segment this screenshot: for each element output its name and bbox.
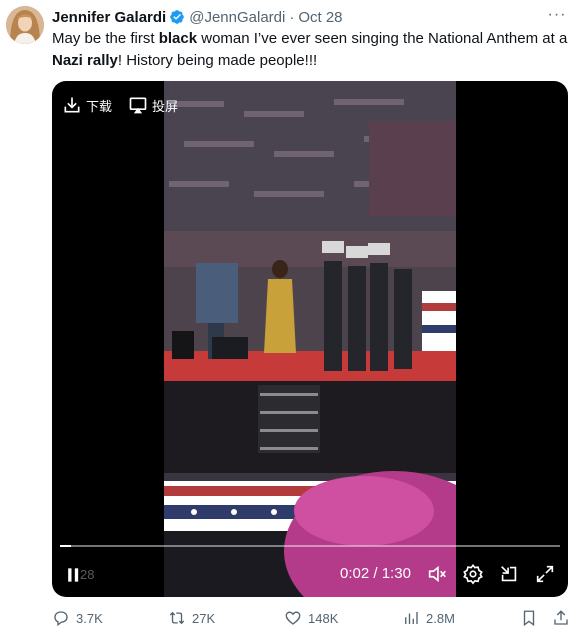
ghost-time-label: 28 xyxy=(80,567,95,582)
views-icon xyxy=(405,612,418,624)
tweet-header: Jennifer Galardi @JennGalardi · Oct 28 xyxy=(52,8,343,26)
video-time-display: 0:02 / 1:30 xyxy=(340,565,411,582)
cast-icon xyxy=(129,97,147,114)
tweet-text: May be the first black woman I’ve ever s… xyxy=(52,28,572,72)
tweet-actions: 3.7K 27K 148K 2.8M xyxy=(52,609,572,631)
fullscreen-icon xyxy=(536,565,554,583)
like-button[interactable]: 148K xyxy=(284,609,338,627)
repost-icon xyxy=(169,611,185,625)
volume-button[interactable] xyxy=(426,563,448,585)
total-duration: 1:30 xyxy=(381,565,411,582)
tweet-text-bold-2: Nazi rally xyxy=(52,52,118,69)
share-icon xyxy=(554,610,568,625)
minimize-player-button[interactable] xyxy=(498,563,520,585)
video-top-overlay: 下载 投屏 xyxy=(62,95,178,115)
video-player[interactable]: 下载 投屏 28 0:02 / 1:30 xyxy=(52,81,568,597)
video-controls: 28 0:02 / 1:30 xyxy=(52,559,568,589)
tweet-text-part-3: ! History being made people!!! xyxy=(117,52,318,69)
tweet-text-part-1: May be the first xyxy=(52,30,159,47)
view-count: 2.8M xyxy=(426,610,455,626)
video-progress-fill xyxy=(60,545,71,547)
more-options-icon[interactable]: ··· xyxy=(546,6,568,24)
volume-muted-icon xyxy=(428,565,446,583)
tweet-text-bold-1: black xyxy=(158,30,198,47)
settings-icon xyxy=(463,563,483,585)
heart-icon xyxy=(285,611,301,625)
download-button[interactable]: 下载 xyxy=(62,95,112,115)
share-button[interactable] xyxy=(552,609,570,627)
video-progress-bar[interactable] xyxy=(60,545,560,547)
author-name[interactable]: Jennifer Galardi xyxy=(52,9,166,26)
cast-label: 投屏 xyxy=(152,98,179,114)
author-avatar[interactable] xyxy=(6,6,44,44)
reply-icon xyxy=(54,611,68,627)
cast-button[interactable]: 投屏 xyxy=(128,95,178,115)
tweet-date[interactable]: Oct 28 xyxy=(298,9,342,26)
like-count: 148K xyxy=(308,610,339,626)
download-label: 下载 xyxy=(86,98,113,114)
reply-button[interactable]: 3.7K xyxy=(52,609,103,627)
download-icon xyxy=(64,97,80,113)
minimize-icon xyxy=(501,566,517,582)
views-button[interactable]: 2.8M xyxy=(402,609,455,627)
bookmark-icon xyxy=(523,610,535,627)
tweet: Jennifer Galardi @JennGalardi · Oct 28 ·… xyxy=(0,0,578,641)
bookmark-button[interactable] xyxy=(520,609,538,627)
settings-button[interactable] xyxy=(462,563,484,585)
time-separator: / xyxy=(369,565,382,582)
header-separator: · xyxy=(289,8,295,26)
repost-count: 27K xyxy=(192,610,216,626)
tweet-text-part-2: woman I’ve ever seen singing the Nationa… xyxy=(197,30,568,47)
author-handle[interactable]: @JennGalardi xyxy=(189,9,285,26)
verified-badge-icon xyxy=(170,10,185,24)
video-frame[interactable] xyxy=(164,81,456,597)
repost-button[interactable]: 27K xyxy=(168,609,215,627)
elapsed-time: 0:02 xyxy=(340,565,370,582)
fullscreen-button[interactable] xyxy=(534,563,556,585)
reply-count: 3.7K xyxy=(76,610,103,626)
